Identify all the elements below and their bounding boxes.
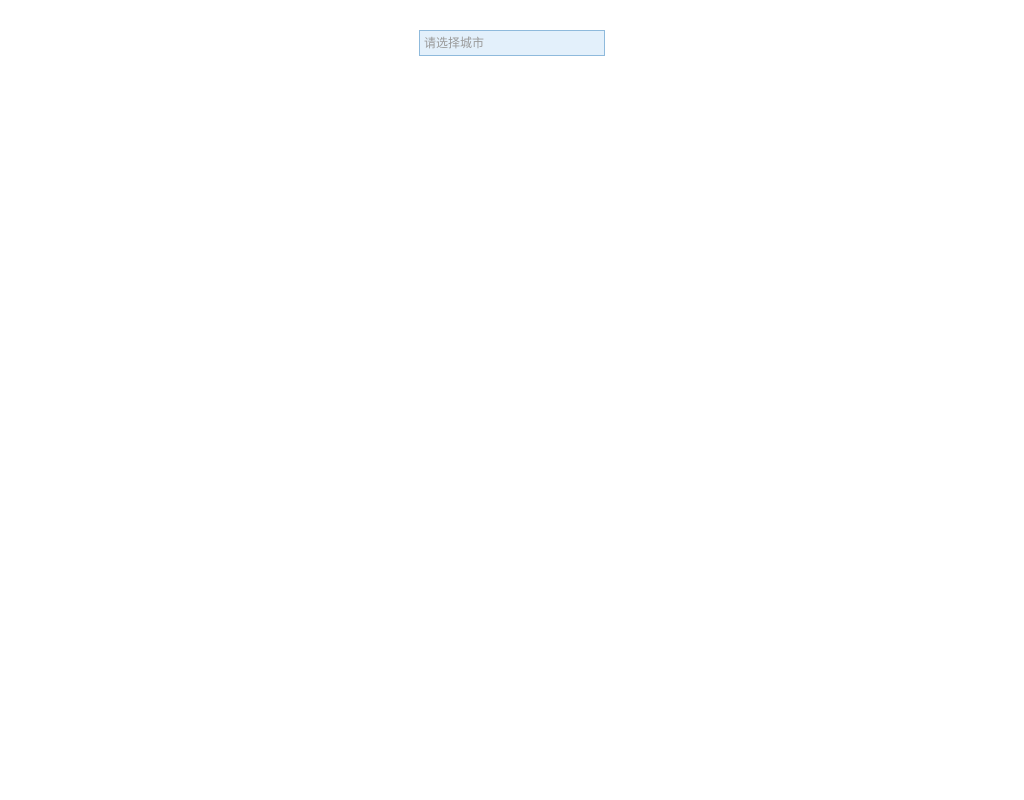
city-select-input[interactable]: [419, 30, 605, 56]
main-container: [0, 0, 1024, 56]
